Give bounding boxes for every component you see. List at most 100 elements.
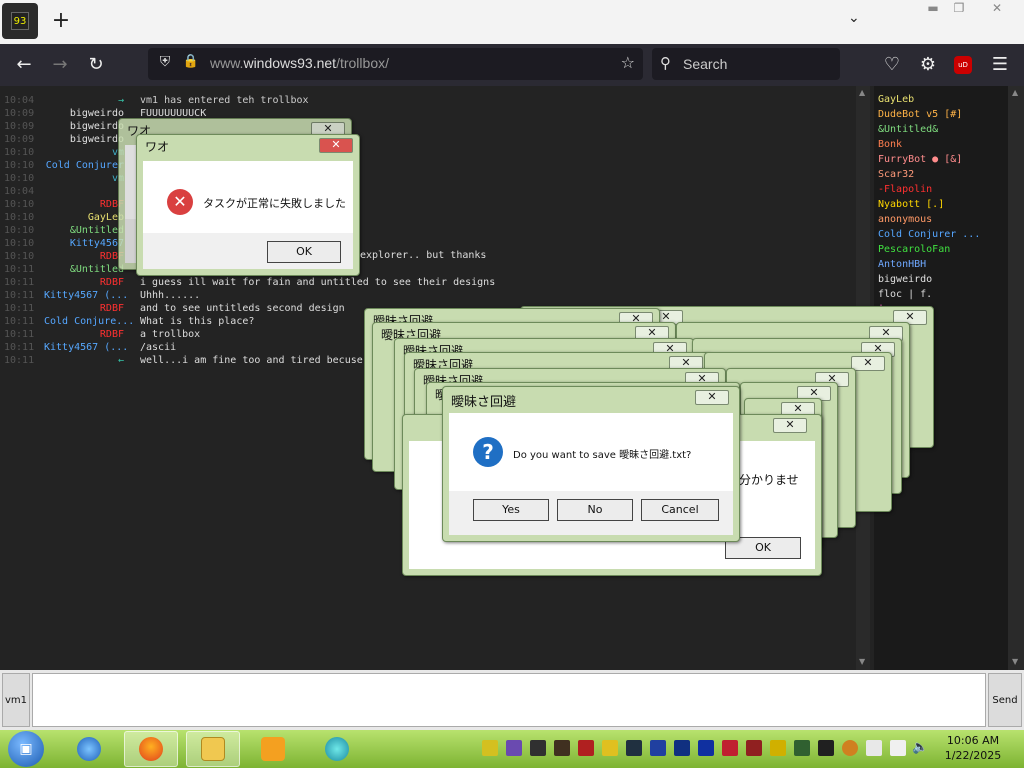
tray-app-icon[interactable] [818, 740, 834, 756]
chat-nick[interactable]: bigweirdo [44, 133, 124, 146]
chat-nick[interactable]: RDBF [44, 250, 124, 263]
ok-button[interactable]: OK [267, 241, 341, 263]
userlist-scrollbar[interactable]: ▲ ▼ [1008, 86, 1024, 670]
chat-message: i guess ill wait for fain and untitled t… [140, 277, 496, 288]
firefox-taskbar[interactable] [124, 731, 178, 767]
tray-app-icon[interactable] [770, 740, 786, 756]
pocket-icon[interactable]: ♡ [880, 54, 904, 76]
close-window-button[interactable]: ✕ [982, 0, 1012, 18]
chat-nick[interactable]: Kitty4567 [44, 237, 124, 250]
tray-app-icon[interactable] [746, 740, 762, 756]
chat-message: /ascii [140, 342, 177, 353]
ublock-icon[interactable]: uD [954, 56, 972, 74]
user-list-item[interactable]: GayLeb [878, 94, 914, 108]
chat-nick[interactable]: bigweirdo [44, 107, 124, 120]
scroll-down-icon[interactable]: ▼ [859, 657, 865, 666]
vm-app-taskbar[interactable] [310, 731, 364, 767]
chat-nick[interactable]: RDBF [44, 198, 124, 211]
tray-app-icon[interactable] [650, 740, 666, 756]
error-dialog-front[interactable]: ワオ ✕ ✕ タスクが正常に失敗しました OK [136, 134, 360, 276]
reload-icon[interactable]: ↻ [84, 54, 108, 76]
tray-app-icon[interactable] [698, 740, 714, 756]
tray-app-icon[interactable] [722, 740, 738, 756]
yes-button[interactable]: Yes [473, 499, 549, 521]
internet-explorer-taskbar[interactable] [62, 731, 116, 767]
tray-app-icon[interactable] [482, 740, 498, 756]
chat-nick[interactable]: RDBF [44, 302, 124, 315]
chat-nick[interactable]: bigweirdo [44, 120, 124, 133]
chat-nick[interactable]: &Untitled [44, 263, 124, 276]
menu-hamburger-icon[interactable]: ☰ [988, 54, 1012, 76]
chat-timestamp: 10:10 [4, 238, 35, 249]
search-box[interactable]: ⚲ Search [652, 48, 840, 80]
clock[interactable]: 10:06 AM 1/22/2025 [936, 733, 1010, 763]
user-list-item[interactable]: Nyabott [.] [878, 199, 944, 213]
send-button[interactable]: Send [988, 673, 1022, 727]
user-list-item[interactable]: anonymous [878, 214, 932, 228]
tray-app-icon[interactable] [578, 740, 594, 756]
scroll-down-icon[interactable]: ▼ [1012, 657, 1018, 666]
user-list-item[interactable]: &Untitled& [878, 124, 938, 138]
address-bar[interactable]: ⛨ 🔒 www.windows93.net/trollbox/ ☆ [148, 48, 643, 80]
list-tabs-chevron-icon[interactable]: ⌄ [848, 10, 860, 26]
bookmark-star-icon[interactable]: ☆ [621, 53, 635, 72]
chat-nick[interactable]: Kitty4567 (... [44, 289, 128, 302]
chat-nick[interactable]: RDBF [44, 276, 124, 289]
user-list-item[interactable]: Scar32 [878, 169, 914, 183]
chat-nick[interactable]: Kitty4567 (... [44, 341, 128, 354]
scroll-up-icon[interactable]: ▲ [859, 88, 865, 97]
user-list-item[interactable]: Cold Conjurer ... [878, 229, 980, 243]
user-list-item[interactable]: FurryBot ● [&] [878, 154, 962, 168]
volume-icon[interactable]: 🔈 [912, 740, 928, 756]
scroll-up-icon[interactable]: ▲ [1012, 88, 1018, 97]
shield-icon[interactable]: ⛨ [156, 54, 174, 72]
tray-app-icon[interactable] [626, 740, 642, 756]
back-arrow-icon[interactable]: ← [12, 54, 36, 76]
tray-app-icon[interactable] [602, 740, 618, 756]
chat-nick[interactable]: ← [44, 354, 124, 367]
tray-app-icon[interactable] [530, 740, 546, 756]
close-button[interactable]: ✕ [851, 356, 885, 371]
user-list-item[interactable]: PescaroloFan [878, 244, 950, 258]
chat-nick[interactable]: → [44, 94, 124, 107]
tray-app-icon[interactable] [842, 740, 858, 756]
chat-nick[interactable]: vm [44, 172, 124, 185]
network-icon[interactable] [866, 740, 882, 756]
flag-icon[interactable] [890, 740, 906, 756]
chat-timestamp: 10:10 [4, 225, 35, 236]
user-list-item[interactable]: Bonk [878, 139, 902, 153]
extensions-icon[interactable]: ⚙ [916, 54, 940, 76]
user-list-item[interactable]: -Flapolin [878, 184, 932, 198]
dialog-title: ワオ [145, 140, 170, 154]
active-tab[interactable]: 93 [2, 3, 38, 39]
close-button[interactable]: ✕ [695, 390, 729, 405]
tray-app-icon[interactable] [794, 740, 810, 756]
close-button[interactable]: ✕ [319, 138, 353, 153]
tray-app-icon[interactable] [674, 740, 690, 756]
message-input[interactable] [32, 673, 986, 727]
chat-nick[interactable]: &Untitled [44, 224, 124, 237]
chat-nick[interactable]: RDBF [44, 328, 124, 341]
nickname-button[interactable]: vm1 [2, 673, 30, 727]
user-list-item[interactable]: bigweirdo [878, 274, 932, 288]
restore-button[interactable]: ❐ [944, 0, 974, 18]
no-button[interactable]: No [557, 499, 633, 521]
chat-nick[interactable]: vm [44, 146, 124, 159]
lock-icon[interactable]: 🔒 [182, 54, 200, 72]
user-list-item[interactable]: AntonHBH [878, 259, 926, 273]
explorer-taskbar[interactable] [186, 731, 240, 767]
chat-nick[interactable]: Cold Conjurer [44, 159, 124, 172]
new-tab-button[interactable]: + [50, 8, 72, 34]
media-player-taskbar[interactable] [246, 731, 300, 767]
close-button[interactable]: ✕ [773, 418, 807, 433]
start-windows-icon[interactable]: ▣ [8, 731, 44, 767]
cancel-button[interactable]: Cancel [641, 499, 719, 521]
chat-nick[interactable]: GayLeb [44, 211, 124, 224]
user-list-item[interactable]: DudeBot v5 [#] [878, 109, 962, 123]
user-list-item[interactable]: floc | f. [878, 289, 932, 303]
save-dialog[interactable]: 曖昧さ回避 ✕ ? Do you want to save 曖昧さ回避.txt?… [442, 386, 740, 542]
tray-app-icon[interactable] [554, 740, 570, 756]
forward-arrow-icon[interactable]: → [48, 54, 72, 76]
chat-nick[interactable]: Cold Conjure... [44, 315, 134, 328]
tray-app-icon[interactable] [506, 740, 522, 756]
